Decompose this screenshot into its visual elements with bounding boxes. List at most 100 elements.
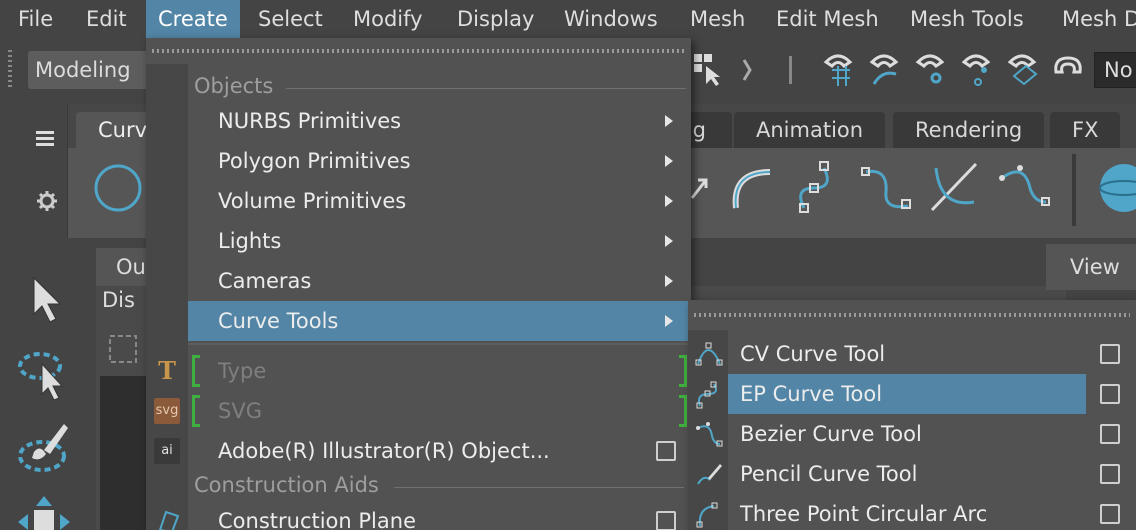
circle-icon[interactable]	[88, 158, 148, 218]
shelf-side-controls	[0, 104, 68, 238]
bezier-icon[interactable]	[994, 158, 1054, 218]
menu-item-lights[interactable]: Lights	[188, 221, 691, 261]
select-tool-icon[interactable]	[14, 270, 74, 330]
select-by-component-icon[interactable]	[692, 52, 728, 88]
shelf-tab-animation[interactable]: Animation	[734, 112, 886, 148]
paint-select-tool-icon[interactable]	[14, 418, 74, 478]
submenu-item-ep-curve-tool[interactable]: EP Curve Tool	[728, 374, 1086, 414]
menu-item-svg[interactable]: SVG	[188, 391, 691, 431]
arc-icon[interactable]	[722, 158, 782, 218]
menu-display[interactable]: Display	[457, 0, 534, 38]
move-tool-icon[interactable]	[14, 492, 74, 530]
gear-icon[interactable]	[36, 190, 58, 212]
shelf-menu-icon[interactable]	[36, 130, 56, 146]
option-box-icon[interactable]	[656, 511, 676, 530]
snap-to-grid-icon[interactable]	[820, 52, 856, 88]
submenu-arrow-icon	[665, 115, 673, 127]
menu-select[interactable]: Select	[258, 0, 323, 38]
svg-icon: svg	[154, 398, 180, 424]
shelf-separator	[1072, 154, 1076, 226]
ep-curve-icon[interactable]	[790, 158, 850, 218]
create-menu-dropdown: Objects NURBS Primitives Polygon Primiti…	[146, 38, 691, 530]
menu-item-construction-plane[interactable]: Construction Plane	[188, 501, 691, 530]
submenu-arrow-icon	[665, 315, 673, 327]
submenu-item-pencil-curve-tool[interactable]: Pencil Curve Tool	[728, 454, 1136, 494]
menu-item-polygon-primitives[interactable]: Polygon Primitives	[188, 141, 691, 181]
menu-item-label: Lights	[218, 229, 282, 253]
outliner-list	[100, 376, 150, 530]
menu-item-illustrator-object[interactable]: Adobe(R) Illustrator(R) Object...	[188, 431, 691, 471]
construction-plane-icon	[158, 510, 180, 530]
option-box-icon[interactable]	[1100, 344, 1120, 364]
option-box-icon[interactable]	[1100, 464, 1120, 484]
menu-item-label: Volume Primitives	[218, 189, 407, 213]
three-point-arc-icon	[696, 502, 718, 528]
view-tab[interactable]: View	[1046, 244, 1136, 290]
menu-item-label: Construction Plane	[218, 509, 416, 530]
snap-to-curve-icon[interactable]	[866, 52, 902, 88]
type-icon: T	[158, 356, 176, 385]
menu-mesh[interactable]: Mesh	[690, 0, 745, 38]
snap-to-point-icon[interactable]	[912, 52, 948, 88]
submenu-tear-off[interactable]	[688, 300, 1136, 330]
section-objects: Objects	[194, 74, 686, 98]
input-line-field[interactable]: No	[1094, 52, 1136, 88]
create-menu-tear-off[interactable]	[146, 38, 691, 64]
submenu-item-bezier-curve-tool[interactable]: Bezier Curve Tool	[728, 414, 1136, 454]
menu-item-volume-primitives[interactable]: Volume Primitives	[188, 181, 691, 221]
menu-item-label: Bezier Curve Tool	[740, 422, 922, 446]
highlight-bracket-right	[679, 355, 687, 387]
menu-mesh-tools[interactable]: Mesh Tools	[910, 0, 1024, 38]
menu-item-label: NURBS Primitives	[218, 109, 402, 133]
option-box-icon[interactable]	[1100, 504, 1120, 524]
option-box-icon[interactable]	[656, 441, 676, 461]
ep-curve-icon	[696, 381, 717, 409]
menu-create[interactable]: Create	[146, 0, 240, 38]
shelf-tab-fx[interactable]: FX	[1050, 112, 1121, 148]
outliner-item-icon[interactable]	[106, 332, 140, 366]
menu-item-cameras[interactable]: Cameras	[188, 261, 691, 301]
submenu-arrow-icon	[665, 195, 673, 207]
cv-curve-icon[interactable]	[858, 158, 918, 218]
option-box-icon[interactable]	[1100, 384, 1120, 404]
highlight-bracket-left	[192, 355, 200, 387]
submenu-item-three-point-circular-arc[interactable]: Three Point Circular Arc	[728, 494, 1136, 530]
submenu-item-cv-curve-tool[interactable]: CV Curve Tool	[728, 334, 1136, 374]
toolbar-drag-handle[interactable]	[8, 50, 12, 90]
arrow-icon[interactable]	[690, 158, 710, 218]
menu-edit[interactable]: Edit	[86, 0, 127, 38]
menu-item-label: SVG	[218, 399, 262, 423]
menu-item-nurbs-primitives[interactable]: NURBS Primitives	[188, 101, 691, 141]
menu-item-type[interactable]: Type	[188, 351, 691, 391]
snap-to-view-plane-icon[interactable]	[1004, 52, 1040, 88]
menu-edit-mesh[interactable]: Edit Mesh	[776, 0, 879, 38]
highlight-bracket-left	[192, 395, 200, 427]
option-box-icon[interactable]	[1100, 424, 1120, 444]
pencil-curve-icon[interactable]	[926, 158, 986, 218]
lasso-tool-icon[interactable]	[14, 342, 74, 402]
menu-file[interactable]: File	[18, 0, 53, 38]
make-live-icon[interactable]	[1050, 52, 1086, 88]
snap-to-projected-center-icon[interactable]	[958, 52, 994, 88]
curve-tools-submenu: CV Curve Tool EP Curve Tool Bezier Curve…	[688, 300, 1136, 530]
menu-item-label: EP Curve Tool	[740, 382, 883, 406]
menu-item-label: Three Point Circular Arc	[740, 502, 988, 526]
collapse-arrow-icon[interactable]	[736, 52, 756, 88]
menu-modify[interactable]: Modify	[353, 0, 423, 38]
menu-divider	[188, 343, 691, 345]
menu-mesh-display[interactable]: Mesh D	[1062, 0, 1136, 38]
submenu-arrow-icon	[665, 275, 673, 287]
menu-item-label: Pencil Curve Tool	[740, 462, 918, 486]
section-objects-label: Objects	[194, 74, 274, 98]
menu-item-label: Cameras	[218, 269, 312, 293]
menu-item-curve-tools[interactable]: Curve Tools	[188, 301, 691, 341]
submenu-arrow-icon	[665, 155, 673, 167]
highlight-bracket-right	[679, 395, 687, 427]
menu-windows[interactable]: Windows	[564, 0, 658, 38]
shelf-tab-rendering[interactable]: Rendering	[893, 112, 1045, 148]
polygon-sphere-icon[interactable]	[1090, 158, 1136, 218]
display-tab[interactable]: Dis	[102, 288, 135, 312]
menu-item-label: Type	[218, 359, 267, 383]
section-construction-aids: Construction Aids	[194, 473, 684, 497]
pencil-curve-icon	[697, 464, 722, 485]
